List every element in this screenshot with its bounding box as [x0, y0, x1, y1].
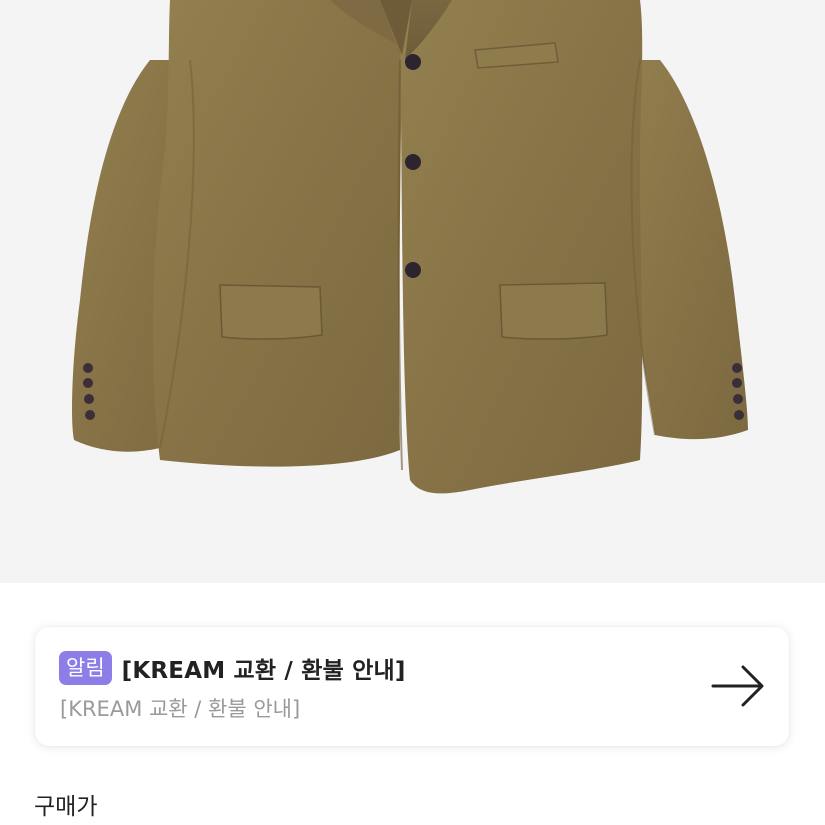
notice-subtitle: [KREAM 교환 / 환불 안내] — [60, 697, 301, 721]
product-detail-page: 알림 [KREAM 교환 / 환불 안내] [KREAM 교환 / 환불 안내]… — [0, 0, 825, 825]
purchase-price-label: 구매가 — [34, 794, 98, 820]
notice-title: [KREAM 교환 / 환불 안내] — [121, 658, 406, 684]
notice-badge: 알림 — [59, 651, 112, 685]
arrow-right-icon[interactable] — [711, 663, 767, 709]
notice-header: 알림 [KREAM 교환 / 환불 안내] — [59, 650, 406, 686]
exchange-refund-notice-card[interactable]: 알림 [KREAM 교환 / 환불 안내] [KREAM 교환 / 환불 안내] — [35, 627, 789, 746]
product-image[interactable] — [0, 0, 825, 583]
jacket-illustration — [72, 0, 748, 494]
